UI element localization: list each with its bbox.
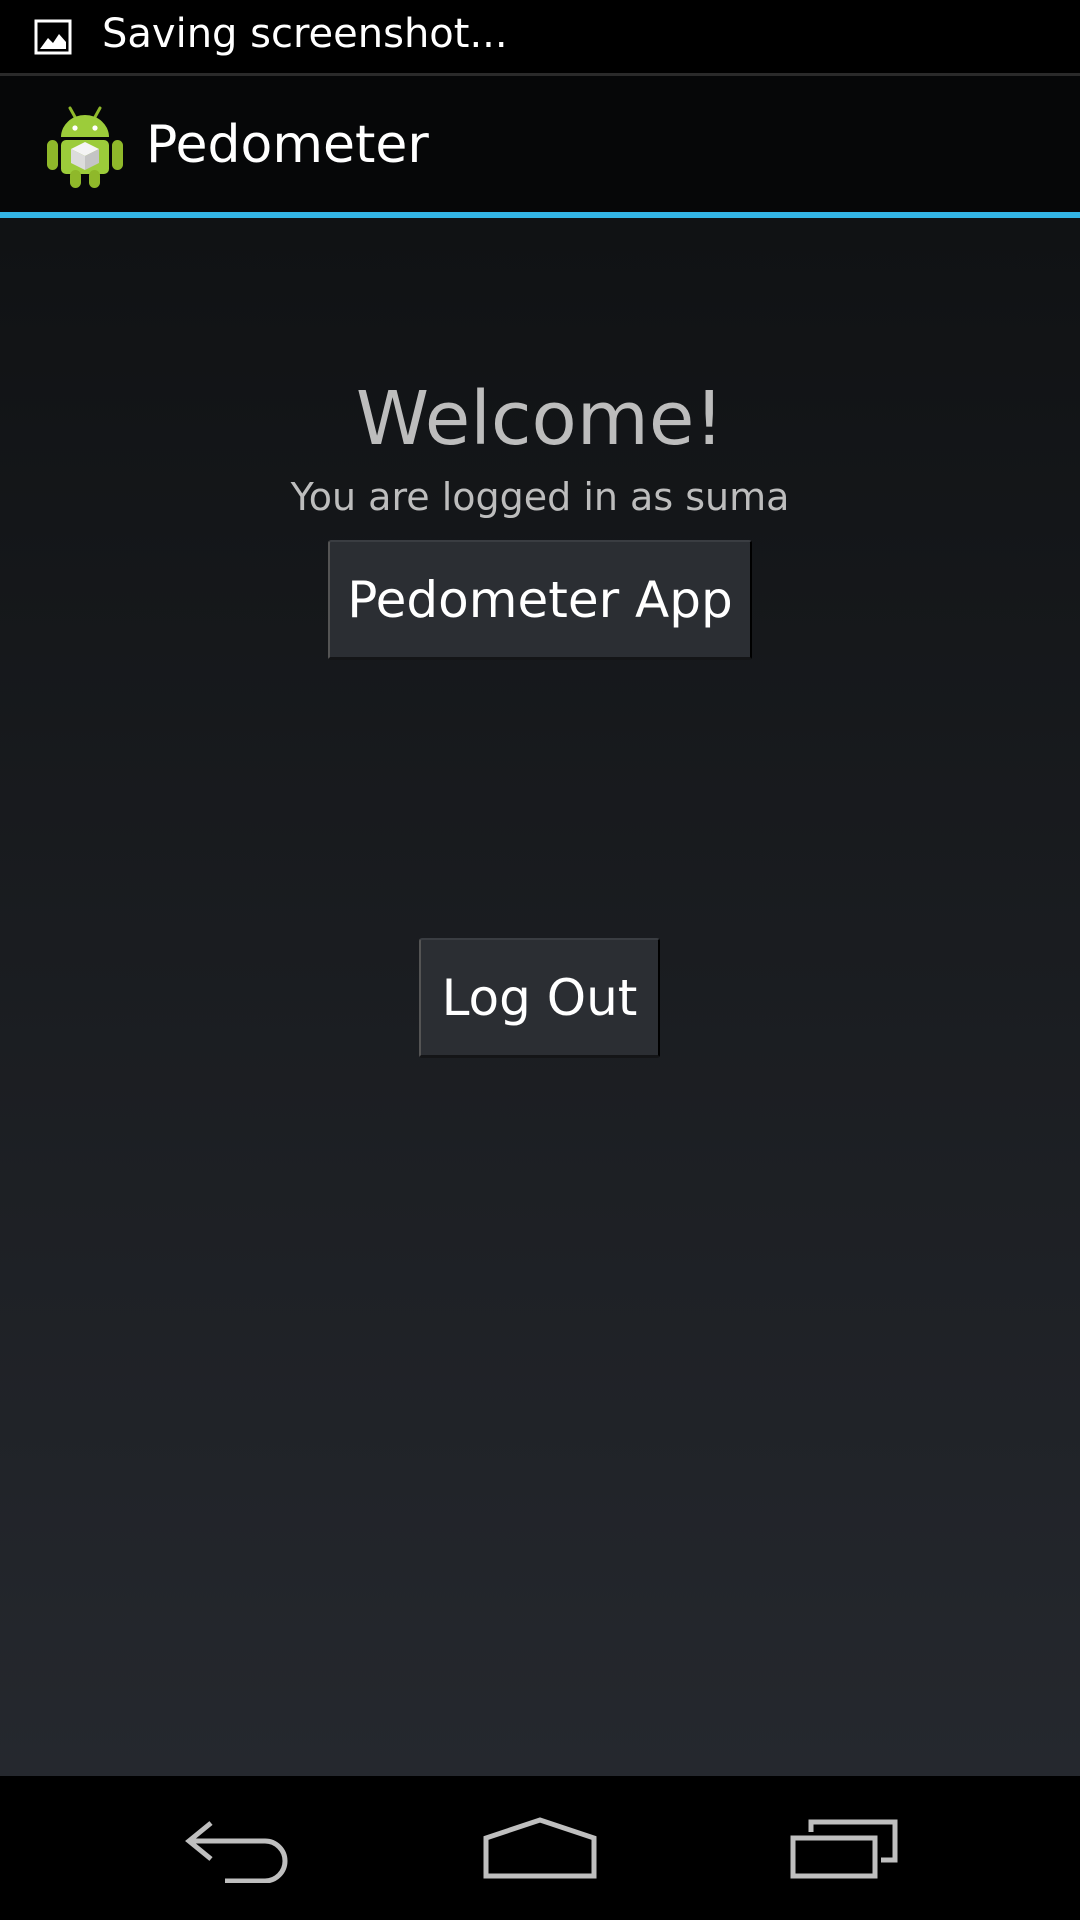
logged-in-text: You are logged in as suma — [290, 475, 790, 519]
screen: Saving screenshot... Pedometer Welcome! … — [0, 0, 1080, 1920]
main-content: Welcome! You are logged in as suma Pedom… — [0, 218, 1080, 1776]
status-bar: Saving screenshot... — [0, 0, 1080, 76]
home-icon — [483, 1817, 597, 1879]
image-icon — [34, 19, 72, 55]
welcome-heading: Welcome! — [355, 376, 725, 462]
status-notification-text: Saving screenshot... — [102, 11, 508, 57]
android-robot-icon[interactable] — [44, 104, 126, 190]
recent-apps-button[interactable] — [764, 1798, 924, 1898]
back-button[interactable] — [160, 1798, 320, 1898]
app-title: Pedometer — [146, 115, 429, 175]
recent-apps-icon — [790, 1819, 898, 1879]
home-button[interactable] — [460, 1798, 620, 1898]
navigation-bar — [0, 1776, 1080, 1920]
back-arrow-icon — [185, 1821, 288, 1883]
action-bar: Pedometer — [0, 76, 1080, 214]
logout-button[interactable]: Log Out — [419, 938, 660, 1058]
pedometer-app-button[interactable]: Pedometer App — [328, 540, 752, 660]
